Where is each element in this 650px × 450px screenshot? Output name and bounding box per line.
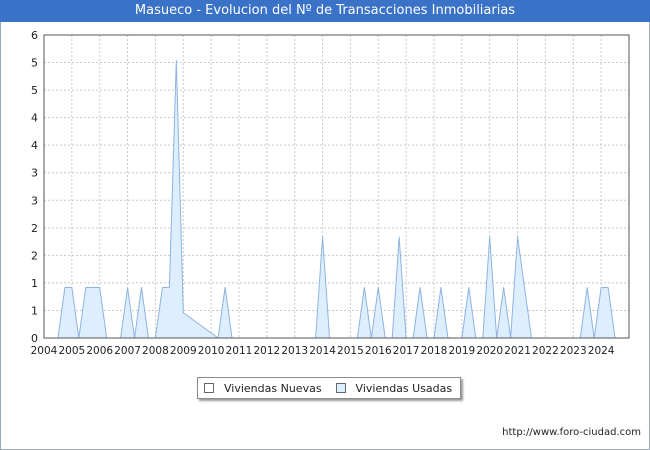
y-tick-label: 3 [31,167,38,180]
x-tick-label: 2017 [393,345,420,357]
x-tick-label: 2022 [532,345,559,357]
x-tick-label: 2015 [337,345,364,357]
y-tick-label: 0 [31,332,38,345]
y-tick-label: 4 [31,139,38,152]
y-tick-label: 6 [31,29,38,42]
x-tick-label: 2021 [504,345,531,357]
legend-item-usadas: Viviendas Usadas [335,381,453,395]
x-tick-label: 2006 [86,345,113,357]
legend-swatch-usadas [335,383,346,393]
x-tick-label: 2019 [448,345,475,357]
x-tick-label: 2011 [226,345,253,357]
y-tick-label: 5 [31,57,38,70]
y-tick-label: 1 [31,277,38,290]
y-tick-label: 2 [31,222,38,235]
x-tick-label: 2014 [309,345,336,357]
x-tick-label: 2007 [114,345,141,357]
x-tick-label: 2004 [31,345,58,357]
x-tick-label: 2009 [170,345,197,357]
x-tick-label: 2023 [560,345,587,357]
y-tick-label: 4 [31,112,38,125]
y-tick-label: 1 [31,304,38,317]
x-tick-label: 2005 [58,345,85,357]
legend-item-nuevas: Viviendas Nuevas [204,382,322,395]
y-tick-label: 3 [31,194,38,207]
legend-label-nuevas: Viviendas Nuevas [224,381,322,395]
legend-label-usadas: Viviendas Usadas [355,381,453,395]
x-tick-label: 2018 [421,345,448,357]
x-tick-label: 2010 [198,345,225,357]
source-url: http://www.foro-ciudad.com [502,427,641,438]
x-tick-label: 2020 [476,345,503,357]
x-tick-label: 2016 [365,345,392,357]
x-tick-label: 2012 [253,345,280,357]
y-tick-label: 2 [31,249,38,262]
y-tick-label: 5 [31,84,38,97]
x-tick-label: 2024 [588,345,615,357]
legend: Viviendas Nuevas Viviendas Usadas [197,377,462,399]
legend-swatch-nuevas [204,383,214,393]
x-tick-label: 2013 [281,345,308,357]
x-tick-label: 2008 [142,345,169,357]
plot-area [44,35,629,338]
